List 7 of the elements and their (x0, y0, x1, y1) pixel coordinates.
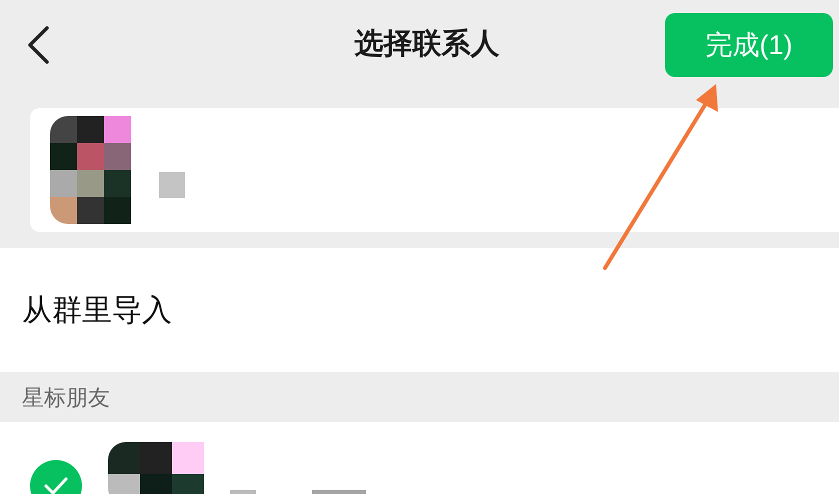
selected-contacts-field[interactable] (30, 108, 839, 232)
checkmark-icon (43, 476, 69, 494)
import-from-group-row[interactable]: 从群里导入 (0, 248, 839, 372)
pixelated-name (159, 172, 185, 198)
page-title: 选择联系人 (354, 27, 500, 62)
section-header: 星标朋友 (21, 384, 111, 412)
back-icon[interactable] (26, 26, 50, 64)
